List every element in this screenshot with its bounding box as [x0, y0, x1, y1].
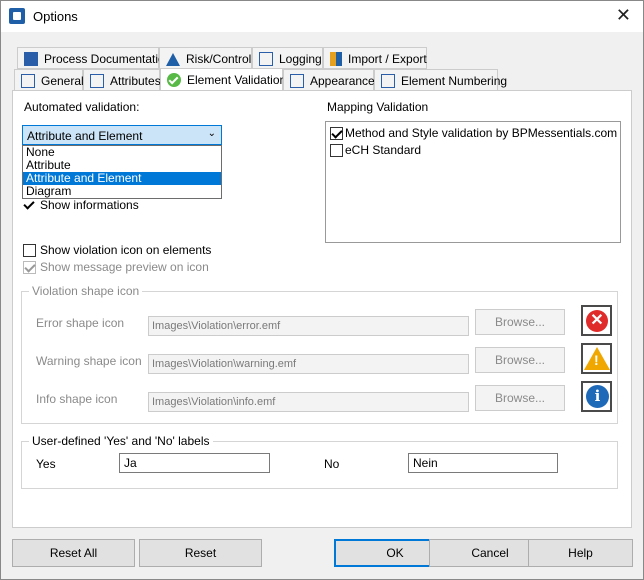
tab-element-numbering[interactable]: Element Numbering: [374, 69, 507, 91]
attributes-list-icon: [90, 74, 104, 88]
error-shape-icon-path[interactable]: Images\Violation\error.emf: [148, 316, 469, 336]
options-dialog: Options ✕ Process Documentation Risk/Con…: [0, 0, 644, 580]
mapping-item-ech-checkbox[interactable]: [330, 144, 343, 157]
tab-process-documentation[interactable]: Process Documentation: [17, 47, 171, 69]
mapping-validation-list: Method and Style validation by BPMessent…: [325, 121, 621, 243]
yes-label: Yes: [36, 457, 56, 471]
warning-shape-icon-path[interactable]: Images\Violation\warning.emf: [148, 354, 469, 374]
log-window-icon: [259, 52, 273, 66]
tab-attributes[interactable]: Attributes: [83, 69, 161, 91]
help-button[interactable]: Help: [528, 539, 633, 567]
violation-group-title: Violation shape icon: [29, 284, 143, 298]
info-i-icon: i: [586, 385, 609, 408]
error-shape-icon-label: Error shape icon: [36, 316, 125, 330]
info-shape-icon-path[interactable]: Images\Violation\info.emf: [148, 392, 469, 412]
show-message-preview-label: Show message preview on icon: [40, 260, 209, 274]
info-browse-button[interactable]: Browse...: [475, 385, 565, 411]
close-icon[interactable]: ✕: [616, 5, 631, 26]
window-title: Options: [33, 9, 78, 24]
title-bar: Options ✕: [1, 1, 643, 32]
app-icon: [9, 8, 25, 24]
warning-shape-icon-label: Warning shape icon: [36, 354, 142, 368]
error-browse-button[interactable]: Browse...: [475, 309, 565, 335]
show-message-preview-checkbox[interactable]: [23, 261, 36, 274]
mapping-item-ech-label: eCH Standard: [345, 143, 422, 157]
general-grid-icon: [21, 74, 35, 88]
numbering-window-icon: [381, 74, 395, 88]
appearance-image-icon: [290, 74, 304, 88]
show-violation-icon-checkbox[interactable]: [23, 244, 36, 257]
automated-validation-select[interactable]: Attribute and Element ⌄: [22, 125, 222, 145]
word-doc-icon: [24, 52, 38, 66]
info-icon-preview: i: [581, 381, 612, 412]
automated-validation-dropdown: None Attribute Attribute and Element Dia…: [22, 145, 222, 199]
tab-logging[interactable]: Logging: [252, 47, 323, 69]
automated-validation-label: Automated validation:: [24, 100, 140, 114]
error-x-icon: ✕: [586, 310, 608, 332]
tab-import-export[interactable]: Import / Export: [323, 47, 427, 69]
import-export-arrows-icon: [330, 52, 342, 66]
tab-risk-control[interactable]: Risk/Control: [159, 47, 252, 69]
yes-no-group-title: User-defined 'Yes' and 'No' labels: [29, 434, 213, 448]
yes-input[interactable]: Ja: [119, 453, 270, 473]
tab-general[interactable]: General: [14, 69, 84, 91]
error-icon-preview: ✕: [581, 305, 612, 336]
show-violation-icon-label: Show violation icon on elements: [40, 243, 212, 257]
mapping-item-bpmessentials-checkbox[interactable]: [330, 127, 343, 140]
chevron-down-icon: ⌄: [207, 128, 216, 139]
option-diagram[interactable]: Diagram: [23, 185, 221, 198]
show-informations-checkbox[interactable]: [23, 199, 36, 212]
no-label: No: [324, 457, 340, 471]
tab-appearance[interactable]: Appearance: [283, 69, 375, 91]
tab-element-validation[interactable]: Element Validation: [160, 68, 286, 91]
mapping-item-bpmessentials-label: Method and Style validation by BPMessent…: [345, 126, 618, 140]
reset-all-button[interactable]: Reset All: [12, 539, 135, 567]
warning-browse-button[interactable]: Browse...: [475, 347, 565, 373]
mapping-validation-label: Mapping Validation: [327, 100, 429, 114]
no-input[interactable]: Nein: [408, 453, 558, 473]
info-shape-icon-label: Info shape icon: [36, 392, 118, 406]
reset-button[interactable]: Reset: [139, 539, 262, 567]
warning-icon-preview: !: [581, 343, 612, 374]
validation-check-icon: [167, 73, 181, 87]
show-informations-label: Show informations: [40, 198, 139, 212]
risk-triangle-icon: [166, 53, 180, 66]
